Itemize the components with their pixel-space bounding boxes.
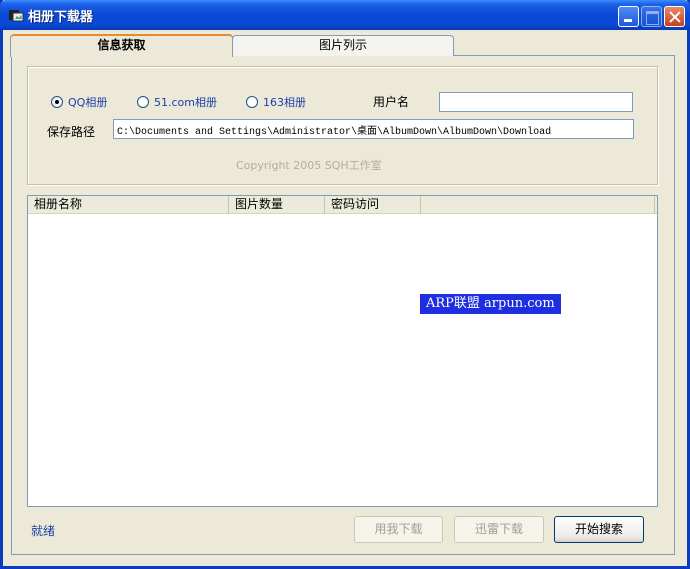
- start-search-button[interactable]: 开始搜索: [554, 516, 644, 543]
- radio-unchecked-icon: [246, 96, 258, 108]
- radio-163-album[interactable]: 163相册: [246, 94, 306, 110]
- list-header: 相册名称 图片数量 密码访问: [28, 196, 657, 214]
- radio-unchecked-icon: [137, 96, 149, 108]
- copyright-text: Copyright 2005 SQH工作室: [236, 159, 382, 172]
- title-bar[interactable]: 相册下载器: [0, 0, 690, 30]
- window-title: 相册下载器: [28, 10, 94, 25]
- radio-label: 163相册: [263, 96, 306, 109]
- username-input[interactable]: [439, 92, 633, 112]
- radio-label: 51.com相册: [154, 96, 217, 109]
- tab-image-list[interactable]: 图片列示: [232, 35, 454, 56]
- minimize-button[interactable]: [618, 6, 639, 27]
- radio-qq-album[interactable]: QQ相册: [51, 94, 107, 110]
- download-thunder-button[interactable]: 迅雷下载: [454, 516, 544, 543]
- radio-label: QQ相册: [68, 96, 108, 109]
- app-icon: [9, 10, 24, 22]
- watermark-text: ARP联盟 arpun.com: [420, 294, 561, 314]
- radio-checked-icon: [51, 96, 63, 108]
- close-button[interactable]: [664, 6, 685, 27]
- column-header-password[interactable]: 密码访问: [325, 196, 421, 214]
- column-header-extra[interactable]: [421, 196, 655, 214]
- save-path-input[interactable]: C:\Documents and Settings\Administrator\…: [113, 119, 634, 139]
- save-path-label: 保存路径: [47, 125, 96, 139]
- username-label: 用户名: [373, 95, 410, 109]
- status-text: 就绪: [31, 524, 56, 538]
- column-header-image-count[interactable]: 图片数量: [229, 196, 325, 214]
- album-list[interactable]: 相册名称 图片数量 密码访问: [27, 195, 658, 507]
- download-self-button[interactable]: 用我下载: [354, 516, 443, 543]
- maximize-button[interactable]: [641, 6, 662, 27]
- radio-51-album[interactable]: 51.com相册: [137, 94, 217, 110]
- tab-info[interactable]: 信息获取: [10, 34, 233, 57]
- column-header-album-name[interactable]: 相册名称: [28, 196, 229, 214]
